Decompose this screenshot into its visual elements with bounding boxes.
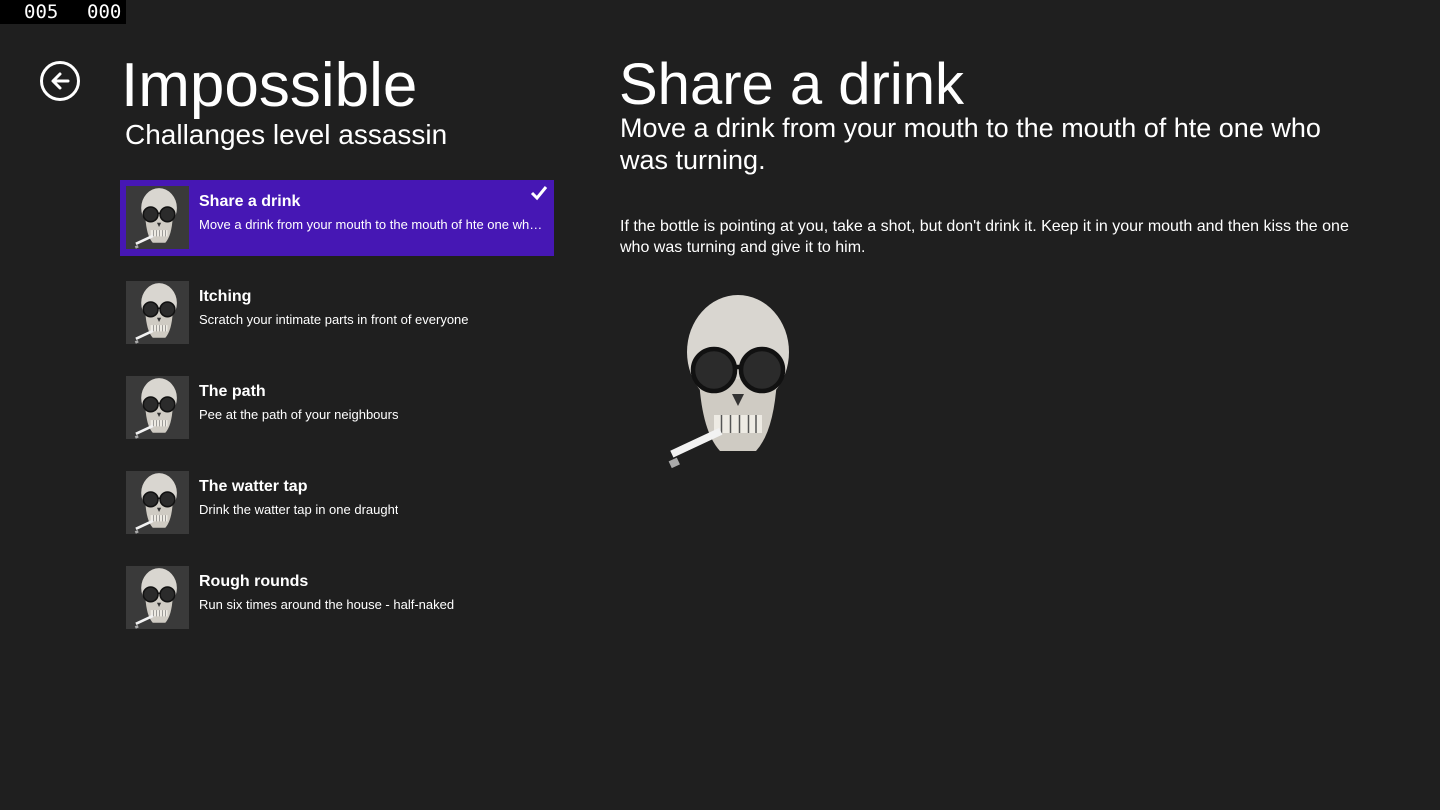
- challenge-description: Run six times around the house - half-na…: [199, 597, 455, 612]
- challenge-item-the-path[interactable]: The path Pee at the path of your neighbo…: [120, 370, 554, 446]
- back-arrow-icon: [51, 72, 70, 90]
- skull-with-sunglasses-icon: [660, 284, 810, 474]
- challenge-item-the-watter-tap[interactable]: The watter tap Drink the watter tap in o…: [120, 465, 554, 541]
- challenge-item-share-a-drink[interactable]: Share a drink Move a drink from your mou…: [120, 180, 554, 256]
- challenge-item-rough-rounds[interactable]: Rough rounds Run six times around the ho…: [120, 560, 554, 636]
- detail-summary: Move a drink from your mouth to the mout…: [620, 113, 1321, 175]
- skull-thumbnail-icon: [126, 186, 189, 249]
- challenge-title: Share a drink: [199, 193, 301, 210]
- challenge-title: The watter tap: [199, 478, 308, 495]
- skull-thumbnail-icon: [126, 376, 189, 439]
- back-button[interactable]: [40, 61, 80, 101]
- challenge-title: The path: [199, 383, 266, 400]
- counter-display: 005 000: [0, 0, 126, 24]
- skull-thumbnail-icon: [126, 281, 189, 344]
- page-subtitle: Challanges level assassin: [125, 119, 448, 150]
- challenge-description: Drink the watter tap in one draught: [199, 502, 399, 517]
- challenge-title: Itching: [199, 288, 252, 305]
- detail-body: If the bottle is pointing at you, take a…: [620, 218, 1349, 256]
- detail-title: Share a drink: [619, 52, 964, 117]
- skull-thumbnail-icon: [126, 566, 189, 629]
- challenge-title: Rough rounds: [199, 573, 309, 590]
- challenge-description: Scratch your intimate parts in front of …: [199, 312, 469, 327]
- checkmark-icon: [530, 186, 548, 201]
- challenge-list: Share a drink Move a drink from your mou…: [120, 180, 554, 655]
- challenge-description: Move a drink from your mouth to the mout…: [199, 217, 545, 232]
- challenge-item-itching[interactable]: Itching Scratch your intimate parts in f…: [120, 275, 554, 351]
- skull-thumbnail-icon: [126, 471, 189, 534]
- page-title: Impossible: [121, 51, 418, 120]
- counter-right: 000: [87, 1, 122, 23]
- challenge-description: Pee at the path of your neighbours: [199, 407, 399, 422]
- counter-left: 005: [24, 1, 59, 23]
